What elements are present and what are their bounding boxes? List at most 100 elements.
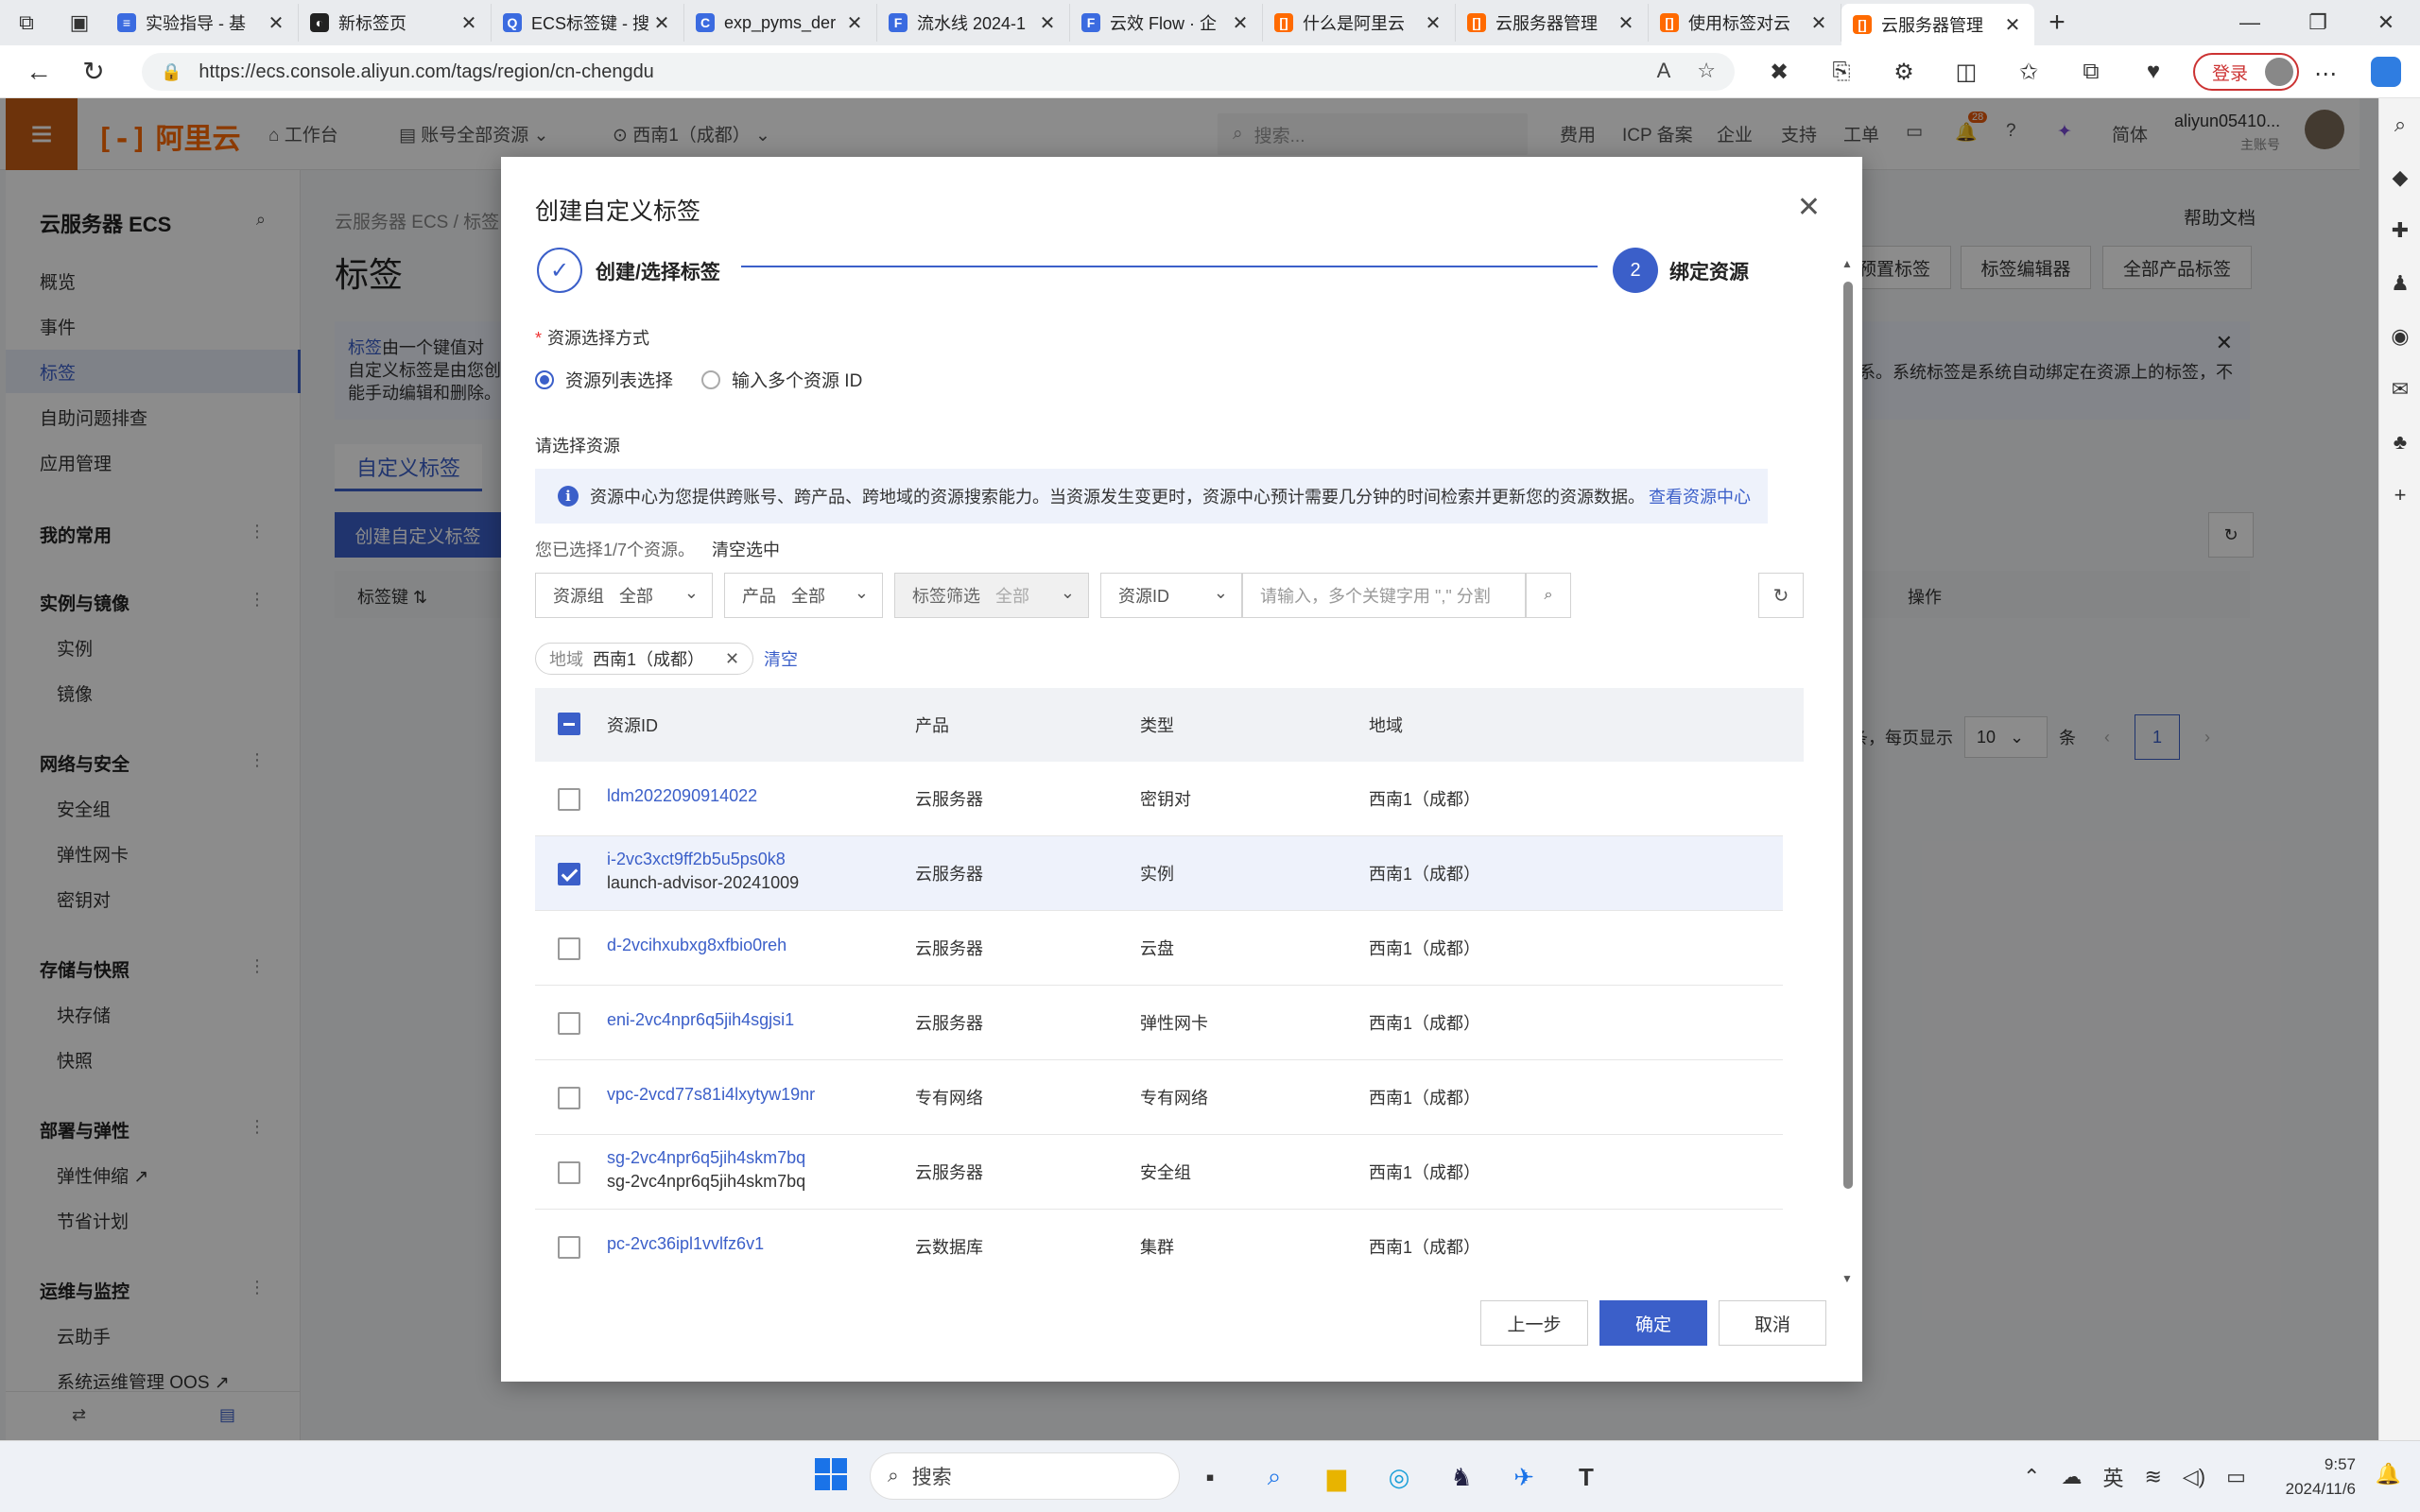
resource-id-link[interactable]: i-2vc3xct9ff2b5u5ps0k8 [607,850,786,868]
office-icon[interactable]: ◉ [2379,310,2420,363]
browser-tab[interactable]: ◐ 新标签页 ✕ [299,4,492,42]
tab-close-icon[interactable]: ✕ [1616,11,1636,35]
table-row[interactable]: i-2vc3xct9ff2b5u5ps0k8 launch-advisor-202… [535,836,1783,911]
copilot-icon[interactable] [2371,57,2401,87]
file-explorer-icon[interactable]: ▆ [1314,1454,1359,1500]
refresh-icon[interactable]: ↻ [1758,573,1804,618]
url-field[interactable]: 🔒 https://ecs.console.aliyun.com/tags/re… [142,53,1735,91]
table-row[interactable]: eni-2vc4npr6q5jih4sgjsi1 云服务器 弹性网卡 西南1（成都） [535,986,1783,1060]
tab-close-icon[interactable]: ✕ [651,11,672,35]
favorites-icon[interactable]: ✩ [2008,53,2049,91]
dialog-scrollbar[interactable]: ▲ ▼ [1841,257,1853,1285]
previous-step-button[interactable]: 上一步 [1480,1300,1588,1346]
windows-start-icon[interactable] [815,1458,849,1492]
task-view-icon[interactable]: ▪ [1187,1454,1233,1500]
clear-selection-link[interactable]: 清空选中 [712,541,780,559]
tab-close-icon[interactable]: ✕ [458,11,479,35]
taskbar-search[interactable]: ⌕ 搜索 [870,1452,1180,1500]
login-button[interactable]: 登录 [2193,53,2299,91]
browser-tab[interactable]: ≡ 实验指导 - 基 ✕ [106,4,299,42]
browser-tab[interactable]: F 流水线 2024-1 ✕ [877,4,1070,42]
feishu-icon[interactable]: ✈ [1501,1454,1547,1500]
outlook-icon[interactable]: ✉ [2379,363,2420,416]
more-menu-icon[interactable]: ⋯ [2314,60,2337,88]
new-tab-button[interactable]: + [2034,7,2080,39]
performance-icon[interactable]: ♥ [2133,53,2174,91]
row-checkbox[interactable] [558,1087,580,1109]
resource-id-link[interactable]: vpc-2vcd77s81i4lxytyw19nr [607,1085,815,1104]
volume-icon[interactable]: ◁) [2183,1465,2205,1489]
radio-list-select[interactable] [535,369,554,389]
chevron-up-icon[interactable]: ⌃ [2023,1465,2040,1489]
collections-icon[interactable]: ⎘ [1821,53,1862,91]
browser-tab[interactable]: [] 使用标签对云 ✕ [1649,4,1841,42]
close-window-icon[interactable]: ✕ [2352,0,2420,45]
confirm-button[interactable]: 确定 [1599,1300,1707,1346]
radio-list-select-label[interactable]: 资源列表选择 [565,367,673,392]
row-checkbox[interactable] [558,863,580,885]
ime-indicator[interactable]: 英 [2102,1462,2123,1492]
row-checkbox[interactable] [558,1161,580,1184]
browser-tab[interactable]: [] 云服务器管理 ✕ [1456,4,1649,42]
tab-close-icon[interactable]: ✕ [844,11,865,35]
resource-id-link[interactable]: d-2vcihxubxg8xfbio0reh [607,936,786,954]
wifi-icon[interactable]: ≋ [2144,1465,2161,1489]
battery-icon[interactable]: ▭ [2226,1465,2246,1489]
tab-close-icon[interactable]: ✕ [1423,11,1443,35]
radio-multi-id[interactable] [701,369,721,389]
tree-icon[interactable]: ♣ [2379,416,2420,469]
table-row[interactable]: pc-2vc36ipl1vvlfz6v1 云数据库 集群 西南1（成都） [535,1210,1783,1272]
browser-tab[interactable]: Q ECS标签键 - 搜 ✕ [492,4,684,42]
resource-id-link[interactable]: ldm2022090914022 [607,786,757,805]
search-field-select[interactable]: 资源ID ⌄ [1100,573,1242,618]
split-screen-icon[interactable]: ◫ [1945,53,1987,91]
product-filter[interactable]: 产品 全部 ⌄ [724,573,883,618]
resource-group-filter[interactable]: 资源组 全部 ⌄ [535,573,713,618]
keyword-input[interactable]: 请输入，多个关键字用 "," 分割 [1242,573,1526,618]
select-all-checkbox[interactable] [558,713,580,735]
onedrive-icon[interactable]: ☁ [2061,1465,2082,1489]
resource-id-link[interactable]: eni-2vc4npr6q5jih4sgjsi1 [607,1010,794,1029]
workspaces-icon[interactable]: ⧉ [0,0,53,45]
resource-id-link[interactable]: pc-2vc36ipl1vvlfz6v1 [607,1234,764,1253]
browser-tab[interactable]: [] 什么是阿里云 ✕ [1263,4,1456,42]
tab-actions-icon[interactable]: ▣ [53,0,106,45]
search-icon[interactable]: ⌕ [1526,573,1571,618]
tab-close-icon[interactable]: ✕ [1037,11,1058,35]
edge-icon[interactable]: ◎ [1376,1454,1422,1500]
add-icon[interactable]: + [2379,469,2420,522]
clear-filters-link[interactable]: 清空 [764,646,798,671]
row-checkbox[interactable] [558,1012,580,1035]
favorite-star-icon[interactable]: ☆ [1697,59,1716,83]
notification-bell-icon[interactable]: 🔔 [2376,1462,2401,1486]
table-row[interactable]: vpc-2vcd77s81i4lxytyw19nr 专有网络 专有网络 西南1（成都） [535,1060,1783,1135]
row-checkbox[interactable] [558,937,580,960]
row-checkbox[interactable] [558,788,580,811]
collections-add-icon[interactable]: ⧉ [2070,53,2112,91]
cancel-button[interactable]: 取消 [1719,1300,1826,1346]
tools-icon[interactable]: ✚ [2379,204,2420,257]
tab-close-icon[interactable]: ✕ [1230,11,1251,35]
clock[interactable]: 9:57 2024/11/6 [2286,1452,2356,1502]
chip-close-icon[interactable]: ✕ [725,649,739,669]
search-icon[interactable]: ⌕ [2379,98,2420,151]
shopping-icon[interactable]: ◆ [2379,151,2420,204]
tab-close-icon[interactable]: ✕ [1808,11,1829,35]
table-row[interactable]: d-2vcihxubxg8xfbio0reh 云服务器 云盘 西南1（成都） [535,911,1783,986]
extension-x-icon[interactable]: ✖ [1758,53,1800,91]
tab-close-icon[interactable]: ✕ [2002,13,2023,37]
browser-tab[interactable]: F 云效 Flow · 企 ✕ [1070,4,1263,42]
cat-app-icon[interactable]: ♞ [1439,1454,1484,1500]
browser-tab[interactable]: [] 云服务器管理 ✕ [1841,4,2034,45]
tab-close-icon[interactable]: ✕ [266,11,286,35]
search-app-icon[interactable]: ⌕ [1252,1454,1297,1500]
typora-icon[interactable]: T [1564,1454,1609,1500]
reload-icon[interactable]: ↻ [66,56,121,87]
resource-center-link[interactable]: 查看资源中心 [1649,484,1751,508]
maximize-icon[interactable]: ❐ [2284,0,2352,45]
table-row[interactable]: sg-2vc4npr6q5jih4skm7bq sg-2vc4npr6q5jih4… [535,1135,1783,1210]
games-icon[interactable]: ♟ [2379,257,2420,310]
extensions-icon[interactable]: ⚙ [1883,53,1925,91]
table-row[interactable]: ldm2022090914022 云服务器 密钥对 西南1（成都） [535,762,1783,836]
close-icon[interactable]: ✕ [1797,191,1821,224]
